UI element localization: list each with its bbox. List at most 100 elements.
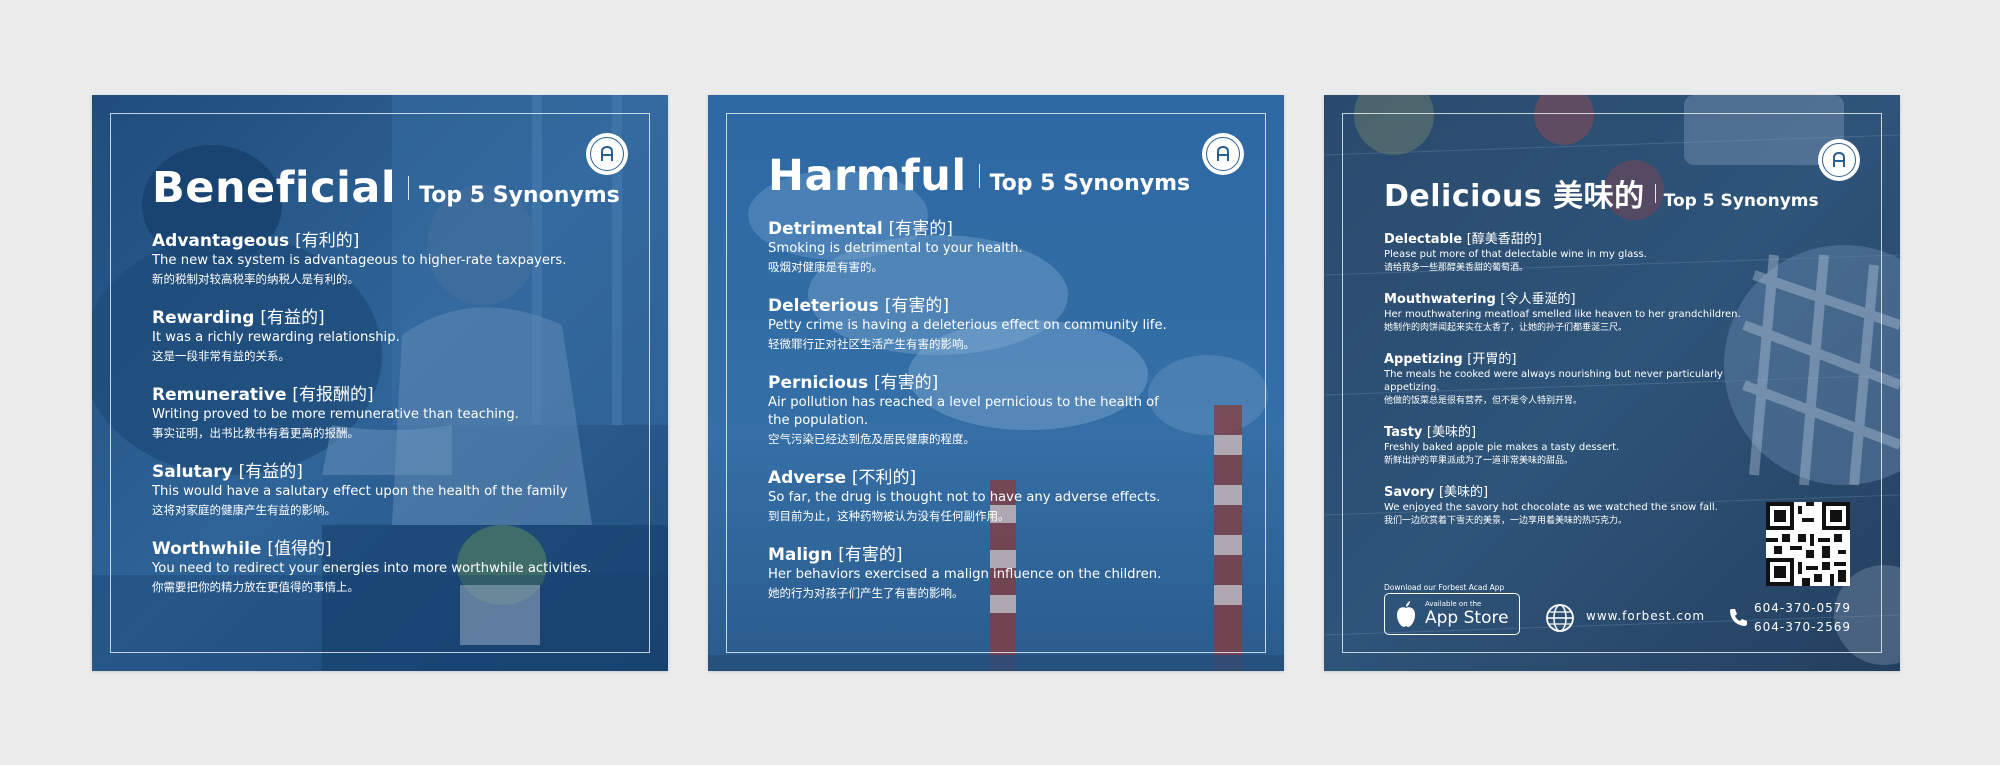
synonym-heading: Salutary [有益的] bbox=[152, 462, 592, 483]
synonym-heading: Detrimental [有害的] bbox=[768, 219, 1168, 240]
example-chinese: 这将对家庭的健康产生有益的影响。 bbox=[152, 503, 336, 517]
title-divider bbox=[1654, 183, 1656, 203]
synonym-chinese: [有害的] bbox=[888, 219, 953, 239]
qr-code[interactable] bbox=[1766, 502, 1850, 586]
synonym-word: Pernicious bbox=[768, 373, 869, 393]
example-chinese: 她制作的肉饼闻起来实在太香了，让她的孙子们都垂涎三尺。 bbox=[1384, 323, 1628, 333]
synonym-word: Salutary bbox=[152, 462, 233, 482]
synonym-entry: Malign [有害的] Her behaviors exercised a m… bbox=[768, 545, 1168, 602]
card-title: Harmful bbox=[768, 151, 967, 201]
synonym-chinese: [值得的] bbox=[267, 539, 332, 559]
synonym-word: Worthwhile bbox=[152, 539, 262, 559]
synonym-heading: Delectable [醇美香甜的] bbox=[1384, 232, 1741, 248]
download-app-text: Download our Forbest Acad App bbox=[1384, 583, 1505, 592]
synonym-chinese: [有利的] bbox=[295, 231, 360, 251]
synonym-word: Appetizing bbox=[1384, 352, 1463, 367]
synonym-entry: Tasty [美味的] Freshly baked apple pie make… bbox=[1384, 425, 1741, 468]
card-title: Beneficial bbox=[152, 163, 397, 213]
example-chinese: 他做的饭菜总是很有营养，但不是令人特别开胃。 bbox=[1384, 396, 1583, 406]
synonym-heading: Worthwhile [值得的] bbox=[152, 539, 592, 560]
app-store-label: App Store bbox=[1425, 608, 1509, 628]
example-english: So far, the drug is thought not to have … bbox=[768, 490, 1161, 505]
card-subtitle: Top 5 Synonyms bbox=[419, 183, 620, 208]
example-chinese: 吸烟对健康是有害的。 bbox=[768, 260, 883, 274]
synonym-word: Mouthwatering bbox=[1384, 292, 1496, 307]
synonym-heading: Adverse [不利的] bbox=[768, 468, 1168, 489]
synonym-heading: Savory [美味的] bbox=[1384, 485, 1741, 501]
synonym-word: Advantageous bbox=[152, 231, 290, 251]
example-english: We enjoyed the savory hot chocolate as w… bbox=[1384, 502, 1718, 513]
synonym-entry: Salutary [有益的] This would have a salutar… bbox=[152, 462, 592, 519]
title-divider bbox=[408, 176, 410, 200]
globe-icon bbox=[1545, 603, 1575, 633]
synonym-list: Advantageous [有利的] The new tax system is… bbox=[152, 231, 592, 616]
synonym-heading: Rewarding [有益的] bbox=[152, 308, 592, 329]
synonym-word: Adverse bbox=[768, 468, 846, 488]
synonym-entry: Adverse [不利的] So far, the drug is though… bbox=[768, 468, 1168, 525]
example-english: Petty crime is having a deleterious effe… bbox=[768, 318, 1167, 333]
example-chinese: 轻微罪行正对社区生活产生有害的影响。 bbox=[768, 337, 975, 351]
example-english: Smoking is detrimental to your health. bbox=[768, 241, 1023, 256]
example-chinese: 空气污染已经达到危及居民健康的程度。 bbox=[768, 432, 975, 446]
card-subtitle: Top 5 Synonyms bbox=[989, 171, 1191, 196]
forbest-academy-logo-icon bbox=[1202, 133, 1244, 175]
example-english: Air pollution has reached a level pernic… bbox=[768, 395, 1159, 428]
synonym-chinese: [不利的] bbox=[851, 468, 917, 488]
synonym-heading: Malign [有害的] bbox=[768, 545, 1168, 566]
synonym-word: Rewarding bbox=[152, 308, 255, 328]
synonym-entry: Detrimental [有害的] Smoking is detrimental… bbox=[768, 219, 1168, 276]
synonym-chinese: [美味的] bbox=[1438, 485, 1489, 500]
card-title-row: Delicious 美味的 Top 5 Synonyms bbox=[1384, 171, 1819, 215]
synonym-entry: Worthwhile [值得的] You need to redirect yo… bbox=[152, 539, 592, 596]
synonym-heading: Tasty [美味的] bbox=[1384, 425, 1741, 441]
example-english: It was a richly rewarding relationship. bbox=[152, 330, 400, 345]
synonym-word: Tasty bbox=[1384, 425, 1423, 440]
synonym-list: Detrimental [有害的] Smoking is detrimental… bbox=[768, 219, 1168, 622]
synonym-entry: Advantageous [有利的] The new tax system is… bbox=[152, 231, 592, 288]
website-link[interactable]: www.forbest.com bbox=[1586, 609, 1705, 623]
example-english: You need to redirect your energies into … bbox=[152, 561, 592, 576]
synonym-word: Remunerative bbox=[152, 385, 287, 405]
synonym-entry: Deleterious [有害的] Petty crime is having … bbox=[768, 296, 1168, 353]
example-chinese: 我们一边欣赏着下雪天的美景，一边享用着美味的热巧克力。 bbox=[1384, 516, 1628, 526]
phone-number-1[interactable]: 604-370-0579 bbox=[1754, 599, 1851, 618]
synonym-entry: Pernicious [有害的] Air pollution has reach… bbox=[768, 373, 1168, 448]
card-title: Delicious 美味的 bbox=[1384, 179, 1645, 214]
apple-icon bbox=[1393, 599, 1419, 629]
synonym-heading: Remunerative [有报酬的] bbox=[152, 385, 592, 406]
synonym-chinese: [有益的] bbox=[238, 462, 303, 482]
example-chinese: 新鲜出炉的苹果派成为了一道非常美味的甜品。 bbox=[1384, 456, 1574, 466]
beneficial-card: Beneficial Top 5 Synonyms Advantageous [… bbox=[92, 95, 668, 671]
synonym-word: Savory bbox=[1384, 485, 1435, 500]
phone-number-2[interactable]: 604-370-2569 bbox=[1754, 618, 1851, 637]
synonym-chinese: [美味的] bbox=[1426, 425, 1477, 440]
delicious-card: Delicious 美味的 Top 5 Synonyms Delectable … bbox=[1324, 95, 1900, 671]
synonym-chinese: [有害的] bbox=[874, 373, 939, 393]
example-chinese: 这是一段非常有益的关系。 bbox=[152, 349, 290, 363]
example-english: The meals he cooked were always nourishi… bbox=[1384, 369, 1723, 393]
synonym-word: Delectable bbox=[1384, 232, 1463, 247]
synonym-chinese: [有报酬的] bbox=[292, 385, 374, 405]
example-english: Writing proved to be more remunerative t… bbox=[152, 407, 519, 422]
synonym-chinese: [有害的] bbox=[884, 296, 949, 316]
synonym-chinese: [令人垂涎的] bbox=[1500, 292, 1576, 307]
synonym-entry: Delectable [醇美香甜的] Please put more of th… bbox=[1384, 232, 1741, 275]
example-english: This would have a salutary effect upon t… bbox=[152, 484, 568, 499]
phone-numbers: 604-370-0579 604-370-2569 bbox=[1754, 599, 1851, 637]
synonym-entry: Remunerative [有报酬的] Writing proved to be… bbox=[152, 385, 592, 442]
example-english: The new tax system is advantageous to hi… bbox=[152, 253, 567, 268]
synonym-chinese: [开胃的] bbox=[1467, 352, 1517, 367]
synonym-entry: Appetizing [开胃的] The meals he cooked wer… bbox=[1384, 352, 1741, 408]
example-english: Please put more of that delectable wine … bbox=[1384, 249, 1647, 260]
forbest-academy-logo-icon bbox=[1818, 139, 1860, 181]
synonym-word: Malign bbox=[768, 545, 833, 565]
synonym-entry: Mouthwatering [令人垂涎的] Her mouthwatering … bbox=[1384, 292, 1741, 335]
synonym-chinese: [有害的] bbox=[838, 545, 903, 565]
synonym-list: Delectable [醇美香甜的] Please put more of th… bbox=[1384, 232, 1741, 545]
app-store-badge[interactable]: Available on the App Store bbox=[1384, 593, 1520, 635]
synonym-chinese: [有益的] bbox=[260, 308, 325, 328]
synonym-entry: Rewarding [有益的] It was a richly rewardin… bbox=[152, 308, 592, 365]
phone-icon bbox=[1728, 607, 1748, 627]
example-chinese: 她的行为对孩子们产生了有害的影响。 bbox=[768, 586, 964, 600]
title-divider bbox=[978, 164, 980, 188]
